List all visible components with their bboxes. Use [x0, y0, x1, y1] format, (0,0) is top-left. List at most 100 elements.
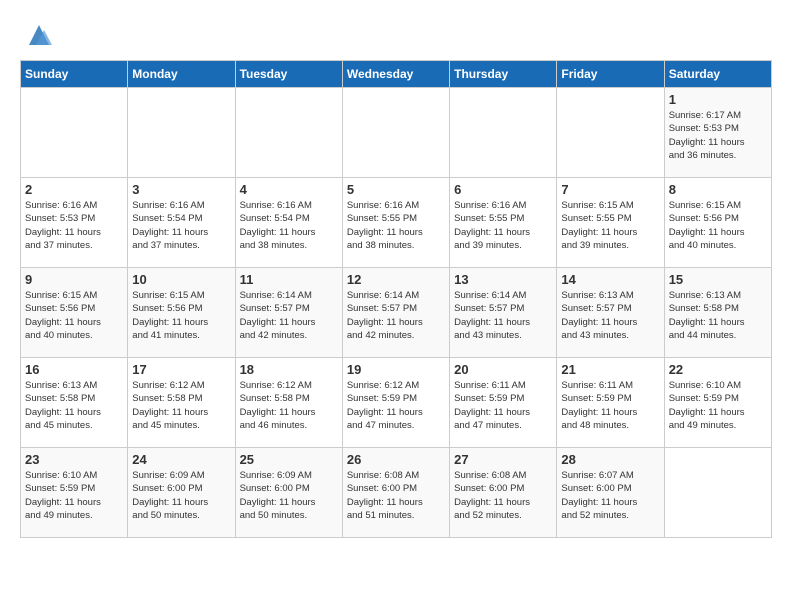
calendar-cell: 23 Sunrise: 6:10 AM Sunset: 5:59 PM Dayli…: [21, 448, 128, 538]
day-info: Sunrise: 6:09 AM Sunset: 6:00 PM Dayligh…: [132, 469, 230, 522]
day-info: Sunrise: 6:07 AM Sunset: 6:00 PM Dayligh…: [561, 469, 659, 522]
column-header-sunday: Sunday: [21, 61, 128, 88]
column-header-monday: Monday: [128, 61, 235, 88]
calendar-week-row: 2 Sunrise: 6:16 AM Sunset: 5:53 PM Daylig…: [21, 178, 772, 268]
day-number: 22: [669, 362, 767, 377]
day-number: 20: [454, 362, 552, 377]
day-info: Sunrise: 6:13 AM Sunset: 5:57 PM Dayligh…: [561, 289, 659, 342]
calendar-week-row: 23 Sunrise: 6:10 AM Sunset: 5:59 PM Dayli…: [21, 448, 772, 538]
calendar-cell: 12 Sunrise: 6:14 AM Sunset: 5:57 PM Dayli…: [342, 268, 449, 358]
calendar-cell: 22 Sunrise: 6:10 AM Sunset: 5:59 PM Dayli…: [664, 358, 771, 448]
day-info: Sunrise: 6:15 AM Sunset: 5:56 PM Dayligh…: [669, 199, 767, 252]
calendar-cell: [557, 88, 664, 178]
calendar-cell: 6 Sunrise: 6:16 AM Sunset: 5:55 PM Daylig…: [450, 178, 557, 268]
calendar-cell: 11Sunrise: 6:14 AM Sunset: 5:57 PM Dayli…: [235, 268, 342, 358]
day-number: 19: [347, 362, 445, 377]
day-number: 8: [669, 182, 767, 197]
calendar-body: 1 Sunrise: 6:17 AM Sunset: 5:53 PM Daylig…: [21, 88, 772, 538]
calendar-cell: [342, 88, 449, 178]
day-number: 27: [454, 452, 552, 467]
calendar-cell: 3 Sunrise: 6:16 AM Sunset: 5:54 PM Daylig…: [128, 178, 235, 268]
calendar-cell: 18 Sunrise: 6:12 AM Sunset: 5:58 PM Dayli…: [235, 358, 342, 448]
day-info: Sunrise: 6:13 AM Sunset: 5:58 PM Dayligh…: [25, 379, 123, 432]
day-info: Sunrise: 6:14 AM Sunset: 5:57 PM Dayligh…: [240, 289, 338, 342]
day-number: 6: [454, 182, 552, 197]
calendar-table: SundayMondayTuesdayWednesdayThursdayFrid…: [20, 60, 772, 538]
calendar-cell: 15Sunrise: 6:13 AM Sunset: 5:58 PM Dayli…: [664, 268, 771, 358]
calendar-cell: 10 Sunrise: 6:15 AM Sunset: 5:56 PM Dayli…: [128, 268, 235, 358]
day-number: 3: [132, 182, 230, 197]
day-number: 7: [561, 182, 659, 197]
calendar-cell: 28 Sunrise: 6:07 AM Sunset: 6:00 PM Dayli…: [557, 448, 664, 538]
calendar-cell: 26 Sunrise: 6:08 AM Sunset: 6:00 PM Dayli…: [342, 448, 449, 538]
day-number: 28: [561, 452, 659, 467]
calendar-cell: [21, 88, 128, 178]
calendar-header-row: SundayMondayTuesdayWednesdayThursdayFrid…: [21, 61, 772, 88]
day-number: 25: [240, 452, 338, 467]
calendar-cell: [664, 448, 771, 538]
day-info: Sunrise: 6:15 AM Sunset: 5:56 PM Dayligh…: [25, 289, 123, 342]
calendar-cell: 20 Sunrise: 6:11 AM Sunset: 5:59 PM Dayli…: [450, 358, 557, 448]
day-info: Sunrise: 6:10 AM Sunset: 5:59 PM Dayligh…: [669, 379, 767, 432]
calendar-cell: 2 Sunrise: 6:16 AM Sunset: 5:53 PM Daylig…: [21, 178, 128, 268]
calendar-cell: 21 Sunrise: 6:11 AM Sunset: 5:59 PM Dayli…: [557, 358, 664, 448]
calendar-cell: 17 Sunrise: 6:12 AM Sunset: 5:58 PM Dayli…: [128, 358, 235, 448]
calendar-cell: 7 Sunrise: 6:15 AM Sunset: 5:55 PM Daylig…: [557, 178, 664, 268]
day-info: Sunrise: 6:11 AM Sunset: 5:59 PM Dayligh…: [561, 379, 659, 432]
day-number: 21: [561, 362, 659, 377]
calendar-cell: 27Sunrise: 6:08 AM Sunset: 6:00 PM Dayli…: [450, 448, 557, 538]
day-info: Sunrise: 6:16 AM Sunset: 5:54 PM Dayligh…: [132, 199, 230, 252]
day-info: Sunrise: 6:15 AM Sunset: 5:55 PM Dayligh…: [561, 199, 659, 252]
day-number: 23: [25, 452, 123, 467]
day-number: 4: [240, 182, 338, 197]
day-number: 12: [347, 272, 445, 287]
day-info: Sunrise: 6:10 AM Sunset: 5:59 PM Dayligh…: [25, 469, 123, 522]
calendar-cell: [450, 88, 557, 178]
day-number: 18: [240, 362, 338, 377]
calendar-cell: 16Sunrise: 6:13 AM Sunset: 5:58 PM Dayli…: [21, 358, 128, 448]
column-header-wednesday: Wednesday: [342, 61, 449, 88]
calendar-cell: 14 Sunrise: 6:13 AM Sunset: 5:57 PM Dayli…: [557, 268, 664, 358]
day-number: 26: [347, 452, 445, 467]
day-info: Sunrise: 6:15 AM Sunset: 5:56 PM Dayligh…: [132, 289, 230, 342]
calendar-cell: 19 Sunrise: 6:12 AM Sunset: 5:59 PM Dayli…: [342, 358, 449, 448]
column-header-tuesday: Tuesday: [235, 61, 342, 88]
calendar-cell: [128, 88, 235, 178]
calendar-week-row: 9 Sunrise: 6:15 AM Sunset: 5:56 PM Daylig…: [21, 268, 772, 358]
day-info: Sunrise: 6:08 AM Sunset: 6:00 PM Dayligh…: [347, 469, 445, 522]
column-header-saturday: Saturday: [664, 61, 771, 88]
day-number: 13: [454, 272, 552, 287]
day-info: Sunrise: 6:12 AM Sunset: 5:59 PM Dayligh…: [347, 379, 445, 432]
day-info: Sunrise: 6:17 AM Sunset: 5:53 PM Dayligh…: [669, 109, 767, 162]
day-number: 1: [669, 92, 767, 107]
day-info: Sunrise: 6:16 AM Sunset: 5:55 PM Dayligh…: [347, 199, 445, 252]
day-info: Sunrise: 6:13 AM Sunset: 5:58 PM Dayligh…: [669, 289, 767, 342]
day-info: Sunrise: 6:11 AM Sunset: 5:59 PM Dayligh…: [454, 379, 552, 432]
column-header-friday: Friday: [557, 61, 664, 88]
day-number: 10: [132, 272, 230, 287]
day-number: 5: [347, 182, 445, 197]
calendar-week-row: 1 Sunrise: 6:17 AM Sunset: 5:53 PM Daylig…: [21, 88, 772, 178]
day-info: Sunrise: 6:16 AM Sunset: 5:55 PM Dayligh…: [454, 199, 552, 252]
calendar-cell: 13 Sunrise: 6:14 AM Sunset: 5:57 PM Dayli…: [450, 268, 557, 358]
logo: [20, 20, 54, 50]
calendar-cell: 1 Sunrise: 6:17 AM Sunset: 5:53 PM Daylig…: [664, 88, 771, 178]
logo-icon: [24, 20, 54, 50]
calendar-cell: 9 Sunrise: 6:15 AM Sunset: 5:56 PM Daylig…: [21, 268, 128, 358]
day-info: Sunrise: 6:14 AM Sunset: 5:57 PM Dayligh…: [454, 289, 552, 342]
day-info: Sunrise: 6:12 AM Sunset: 5:58 PM Dayligh…: [132, 379, 230, 432]
calendar-cell: 25Sunrise: 6:09 AM Sunset: 6:00 PM Dayli…: [235, 448, 342, 538]
day-info: Sunrise: 6:12 AM Sunset: 5:58 PM Dayligh…: [240, 379, 338, 432]
day-number: 14: [561, 272, 659, 287]
day-info: Sunrise: 6:16 AM Sunset: 5:53 PM Dayligh…: [25, 199, 123, 252]
calendar-cell: 4 Sunrise: 6:16 AM Sunset: 5:54 PM Daylig…: [235, 178, 342, 268]
day-number: 24: [132, 452, 230, 467]
day-number: 9: [25, 272, 123, 287]
day-number: 2: [25, 182, 123, 197]
calendar-cell: [235, 88, 342, 178]
day-info: Sunrise: 6:14 AM Sunset: 5:57 PM Dayligh…: [347, 289, 445, 342]
day-number: 17: [132, 362, 230, 377]
calendar-cell: 8 Sunrise: 6:15 AM Sunset: 5:56 PM Daylig…: [664, 178, 771, 268]
calendar-week-row: 16Sunrise: 6:13 AM Sunset: 5:58 PM Dayli…: [21, 358, 772, 448]
day-info: Sunrise: 6:16 AM Sunset: 5:54 PM Dayligh…: [240, 199, 338, 252]
